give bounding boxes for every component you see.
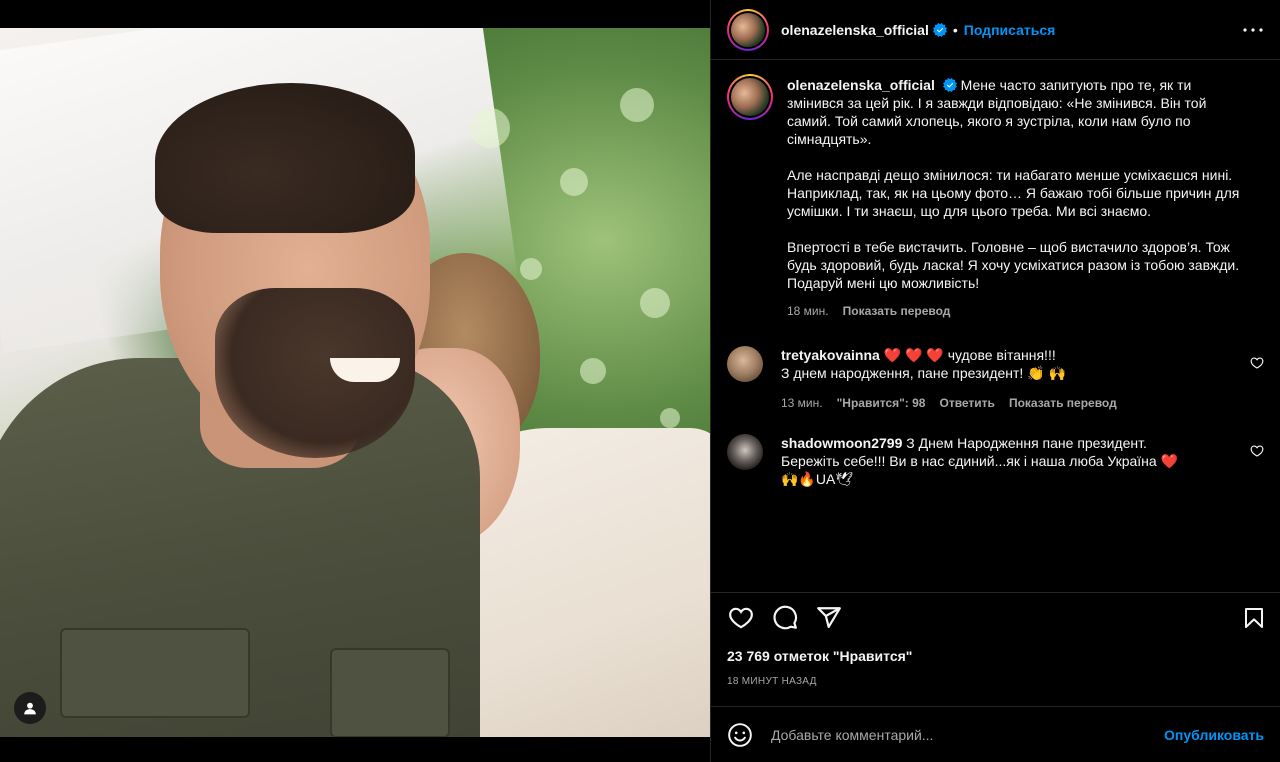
post-photo[interactable]	[0, 28, 710, 737]
commenter-username[interactable]: shadowmoon2799	[781, 435, 902, 451]
more-options-button[interactable]	[1242, 20, 1264, 40]
comment-text: Бережіть себе!!! Ви в нас єдиний...як і …	[781, 453, 1157, 469]
commenter-avatar[interactable]	[727, 434, 763, 470]
caption-meta: 18 мин. Показать перевод	[787, 302, 1247, 320]
comment-text: 🙌🔥UA🕊	[781, 471, 854, 487]
bookmark-icon	[1245, 608, 1263, 628]
author-avatar[interactable]	[727, 8, 769, 51]
caption-time: 18 мин.	[787, 304, 829, 318]
user-icon	[24, 702, 36, 715]
like-comment-heart-icon[interactable]	[1250, 444, 1264, 458]
separator-dot: •	[952, 21, 958, 38]
post-photo-area	[0, 0, 710, 762]
post-header: olenazelenska_official • Подписаться	[711, 0, 1280, 60]
add-comment-bar: Опубликовать	[711, 706, 1280, 762]
verified-badge-icon	[942, 78, 957, 92]
post-actions	[711, 592, 1280, 642]
likes-count[interactable]: 23 769 отметок "Нравится"	[711, 644, 1280, 668]
comment-item: tretyakovainna ❤️ ❤️ ❤️ чудове вітання!!…	[727, 346, 1264, 412]
translate-button[interactable]: Показать перевод	[843, 302, 951, 320]
instagram-post: olenazelenska_official • Подписаться ole…	[0, 0, 1280, 762]
comment-input[interactable]	[771, 726, 1155, 743]
caption-text: Але насправді дещо змінилося: ти набагат…	[787, 167, 1240, 219]
commenter-avatar[interactable]	[727, 346, 763, 382]
comment-time: 13 мин.	[781, 396, 823, 410]
post-time[interactable]: 18 МИНУТ НАЗАД	[711, 670, 1280, 694]
more-horizontal-icon	[1243, 28, 1263, 32]
comment-button[interactable]	[771, 604, 799, 632]
share-button[interactable]	[815, 604, 843, 632]
comment-text: чудове вітання!!!	[947, 347, 1056, 363]
like-comment-heart-icon[interactable]	[1250, 356, 1264, 370]
comment-text: З днем народження, пане президент! 👏 🙌	[781, 365, 1066, 381]
tagged-people-button[interactable]	[14, 692, 46, 724]
save-button[interactable]	[1240, 604, 1268, 632]
caption: olenazelenska_official Мене часто запиту…	[727, 74, 1264, 320]
follow-button[interactable]: Подписаться	[964, 22, 1056, 38]
translate-button[interactable]: Показать перевод	[1009, 394, 1117, 412]
send-icon	[817, 606, 841, 628]
comment-item: shadowmoon2799 З Днем Народження пане пр…	[727, 434, 1264, 488]
post-side-panel: olenazelenska_official • Подписаться ole…	[710, 0, 1280, 762]
comment-likes[interactable]: "Нравится": 98	[837, 394, 926, 412]
comment-icon	[773, 605, 798, 629]
emoji-icon	[728, 722, 752, 747]
commenter-username[interactable]: tretyakovainna	[781, 347, 880, 363]
comment-text: З Днем Народження пане президент.	[906, 435, 1147, 451]
verified-badge-icon	[932, 22, 947, 37]
comments-list[interactable]: olenazelenska_official Мене часто запиту…	[711, 60, 1280, 592]
reply-button[interactable]: Ответить	[939, 394, 994, 412]
like-button[interactable]	[727, 604, 755, 632]
hearts-emoji: ❤️ ❤️ ❤️	[883, 347, 944, 363]
heart-icon	[729, 607, 753, 628]
emoji-button[interactable]	[727, 722, 753, 748]
author-username[interactable]: olenazelenska_official	[781, 22, 929, 38]
caption-text: Впертості в тебе вистачить. Головне – що…	[787, 239, 1240, 291]
caption-author-avatar[interactable]	[727, 74, 773, 120]
heart-emoji: ❤️	[1160, 453, 1179, 469]
caption-username[interactable]: olenazelenska_official	[787, 77, 935, 93]
publish-button[interactable]: Опубликовать	[1164, 727, 1264, 743]
comment-meta: 13 мин. "Нравится": 98 Ответить Показать…	[781, 394, 1221, 412]
